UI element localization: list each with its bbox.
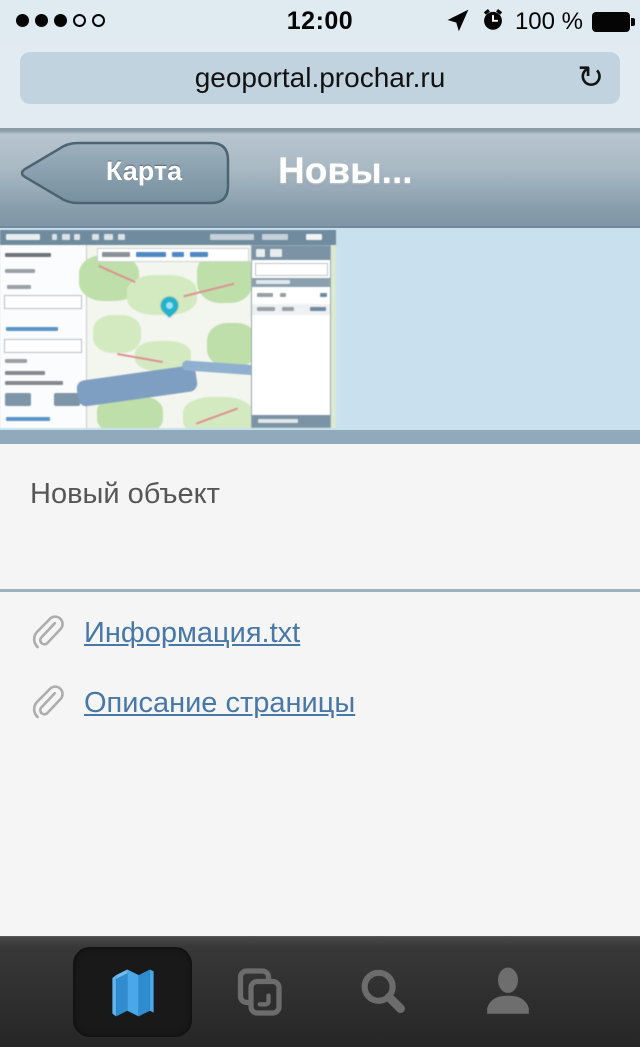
thumb-map: [87, 245, 250, 428]
paperclip-icon: [28, 684, 66, 722]
content-divider: [0, 589, 640, 592]
thumb-map-sliver: [331, 245, 336, 428]
map-app-screenshot-thumbnail: [0, 230, 336, 428]
address-bar[interactable]: geoportal.prochar.ru ↻: [20, 52, 620, 104]
attachment-link[interactable]: Информация.txt: [84, 617, 300, 650]
active-tab-highlight: [73, 947, 192, 1037]
thumb-toolbar: [0, 230, 336, 245]
attachment-link[interactable]: Описание страницы: [84, 687, 355, 720]
object-heading: Новый объект: [30, 478, 220, 511]
attachment-row[interactable]: Информация.txt: [28, 614, 300, 652]
tab-map[interactable]: [70, 944, 195, 1040]
browser-chrome: geoportal.prochar.ru ↻: [0, 44, 640, 128]
tab-search[interactable]: [320, 944, 445, 1040]
tab-pages[interactable]: [195, 944, 320, 1040]
section-divider-band: [0, 430, 640, 444]
back-button[interactable]: Карта: [16, 140, 232, 206]
battery-percentage: 100 %: [515, 8, 583, 36]
page-title: Новы...: [278, 150, 413, 192]
search-icon: [355, 964, 411, 1020]
battery-icon: [592, 12, 630, 32]
bottom-tab-bar: [0, 936, 640, 1047]
thumb-right-panel: [251, 245, 331, 428]
url-text[interactable]: geoportal.prochar.ru: [20, 62, 620, 94]
location-arrow-icon: [445, 7, 471, 38]
reload-icon[interactable]: ↻: [577, 58, 604, 96]
object-detail-content: Новый объект Информация.txt Описание стр…: [0, 444, 640, 936]
preview-band: [0, 228, 640, 430]
back-button-label: Карта: [56, 156, 232, 187]
attachment-row[interactable]: Описание страницы: [28, 684, 355, 722]
map-icon: [101, 962, 165, 1022]
status-bar: 12:00 100 %: [0, 0, 640, 44]
thumb-left-panel: [0, 245, 87, 428]
person-icon: [479, 963, 537, 1021]
page-header: Карта Новы...: [0, 128, 640, 228]
paperclip-icon: [28, 614, 66, 652]
alarm-clock-icon: [480, 7, 506, 38]
tab-profile[interactable]: [445, 944, 570, 1040]
pages-icon: [230, 964, 286, 1020]
thumb-map-searchbar: [97, 248, 249, 262]
